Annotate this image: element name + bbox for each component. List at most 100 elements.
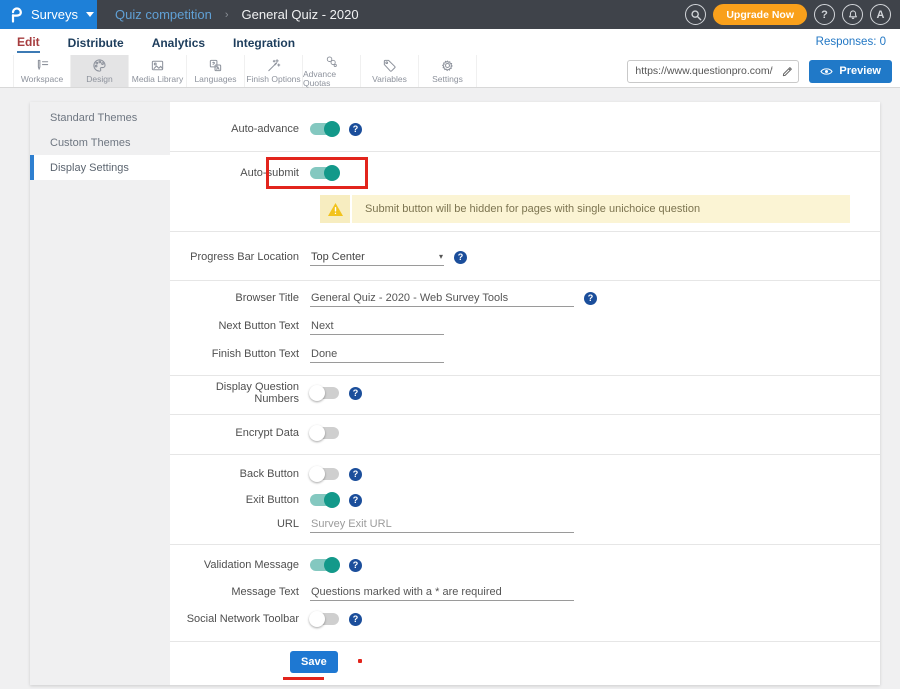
- finish-button-text-row: Finish Button Text: [170, 343, 880, 365]
- browser-title-input[interactable]: [310, 290, 574, 307]
- upgrade-now-button[interactable]: Upgrade Now: [713, 4, 807, 25]
- annotation-dot: [358, 659, 362, 663]
- help-icon[interactable]: ?: [349, 387, 362, 400]
- help-icon[interactable]: ?: [349, 559, 362, 572]
- survey-nav: Edit Distribute Analytics Integration Re…: [0, 29, 900, 55]
- header-actions: Upgrade Now ? A: [685, 4, 900, 25]
- encrypt-data-toggle[interactable]: [310, 427, 339, 439]
- auto-advance-label: Auto-advance: [170, 123, 310, 135]
- divider: [170, 454, 880, 455]
- exit-url-label: URL: [170, 518, 310, 530]
- notifications-button[interactable]: [842, 4, 863, 25]
- toolbar-label: Languages: [194, 75, 236, 84]
- message-text-label: Message Text: [170, 586, 310, 598]
- bell-icon: [847, 9, 859, 21]
- preview-label: Preview: [839, 65, 881, 77]
- toolbar-item-finish-options[interactable]: Finish Options: [245, 55, 303, 87]
- toolbar-label: Finish Options: [246, 75, 300, 84]
- responses-count[interactable]: Responses: 0: [816, 36, 886, 48]
- divider: [170, 544, 880, 545]
- advance-quotas-icon: [324, 55, 339, 68]
- toolbar-label: Media Library: [132, 75, 184, 84]
- social-network-toolbar-row: Social Network Toolbar ?: [170, 608, 880, 630]
- breadcrumb: Quiz competition › General Quiz - 2020: [115, 7, 359, 22]
- warning-text: Submit button will be hidden for pages w…: [352, 195, 700, 223]
- toolbar-item-workspace[interactable]: Workspace: [13, 55, 71, 87]
- progress-bar-location-select[interactable]: Top Center ▾: [310, 249, 444, 266]
- social-network-toolbar-toggle[interactable]: [310, 613, 339, 625]
- sidebar-item-custom-themes[interactable]: Custom Themes: [30, 130, 170, 155]
- variables-icon: [382, 58, 397, 73]
- toolbar-item-design[interactable]: Design: [71, 55, 129, 87]
- toolbar-label: Variables: [372, 75, 407, 84]
- encrypt-data-row: Encrypt Data: [170, 422, 880, 444]
- tab-edit[interactable]: Edit: [17, 31, 40, 53]
- avatar[interactable]: A: [870, 4, 891, 25]
- sidebar-item-display-settings[interactable]: Display Settings: [30, 155, 170, 180]
- next-button-text-input[interactable]: [310, 318, 444, 335]
- next-button-text-label: Next Button Text: [170, 320, 310, 332]
- page-body: Standard Themes Custom Themes Display Se…: [0, 88, 900, 689]
- survey-url-input[interactable]: [628, 65, 776, 77]
- toolbar-label: Workspace: [21, 75, 63, 84]
- toolbar-item-media-library[interactable]: Media Library: [129, 55, 187, 87]
- help-button[interactable]: ?: [814, 4, 835, 25]
- auto-advance-row: Auto-advance ?: [170, 118, 880, 140]
- toolbar-label: Design: [86, 75, 112, 84]
- divider: [170, 641, 880, 642]
- finish-options-icon: [266, 58, 281, 73]
- back-button-toggle[interactable]: [310, 468, 339, 480]
- tab-distribute[interactable]: Distribute: [68, 32, 124, 52]
- toolbar-item-languages[interactable]: Languages: [187, 55, 245, 87]
- display-settings-card: Standard Themes Custom Themes Display Se…: [30, 102, 880, 685]
- save-button[interactable]: Save: [290, 651, 338, 673]
- top-header: Surveys Quiz competition › General Quiz …: [0, 0, 900, 29]
- divider: [170, 231, 880, 232]
- social-network-toolbar-label: Social Network Toolbar: [170, 613, 310, 625]
- exit-button-toggle[interactable]: [310, 494, 339, 506]
- browser-title-label: Browser Title: [170, 292, 310, 304]
- auto-submit-row: Auto-submit: [170, 162, 880, 184]
- help-icon[interactable]: ?: [584, 292, 597, 305]
- message-text-row: Message Text: [170, 581, 880, 603]
- toolbar-item-advance-quotas[interactable]: Advance Quotas: [303, 55, 361, 87]
- toolbar-item-settings[interactable]: Settings: [419, 55, 477, 87]
- finish-button-text-input[interactable]: [310, 346, 444, 363]
- search-button[interactable]: [685, 4, 706, 25]
- chevron-down-icon: [86, 12, 94, 17]
- back-button-label: Back Button: [170, 468, 310, 480]
- divider: [170, 151, 880, 152]
- preview-button[interactable]: Preview: [809, 60, 892, 83]
- help-icon[interactable]: ?: [349, 468, 362, 481]
- survey-url-box: [627, 60, 799, 83]
- help-icon[interactable]: ?: [454, 251, 467, 264]
- exit-url-input[interactable]: [310, 516, 574, 533]
- display-question-numbers-toggle[interactable]: [310, 387, 339, 399]
- selected-option: Top Center: [311, 251, 365, 263]
- finish-button-text-label: Finish Button Text: [170, 348, 310, 360]
- exit-button-label: Exit Button: [170, 494, 310, 506]
- pencil-icon: [782, 66, 793, 77]
- progress-bar-location-label: Progress Bar Location: [170, 251, 310, 263]
- auto-submit-warning: Submit button will be hidden for pages w…: [320, 195, 850, 223]
- validation-message-toggle[interactable]: [310, 559, 339, 571]
- auto-submit-toggle[interactable]: [310, 167, 339, 179]
- toolbar-item-variables[interactable]: Variables: [361, 55, 419, 87]
- auto-advance-toggle[interactable]: [310, 123, 339, 135]
- edit-url-button[interactable]: [776, 61, 798, 82]
- message-text-input[interactable]: [310, 584, 574, 601]
- media-library-icon: [150, 58, 165, 73]
- caret-down-icon: ▾: [439, 252, 443, 261]
- help-icon[interactable]: ?: [349, 613, 362, 626]
- help-icon[interactable]: ?: [349, 494, 362, 507]
- breadcrumb-survey-title: General Quiz - 2020: [242, 7, 359, 22]
- tab-integration[interactable]: Integration: [233, 32, 295, 52]
- auto-submit-label: Auto-submit: [170, 167, 310, 179]
- workspace-icon: [35, 58, 50, 73]
- help-icon[interactable]: ?: [349, 123, 362, 136]
- breadcrumb-folder[interactable]: Quiz competition: [115, 7, 212, 22]
- tab-analytics[interactable]: Analytics: [152, 32, 205, 52]
- surveys-menu[interactable]: Surveys: [0, 0, 97, 29]
- sidebar-item-standard-themes[interactable]: Standard Themes: [30, 105, 170, 130]
- languages-icon: [208, 58, 223, 73]
